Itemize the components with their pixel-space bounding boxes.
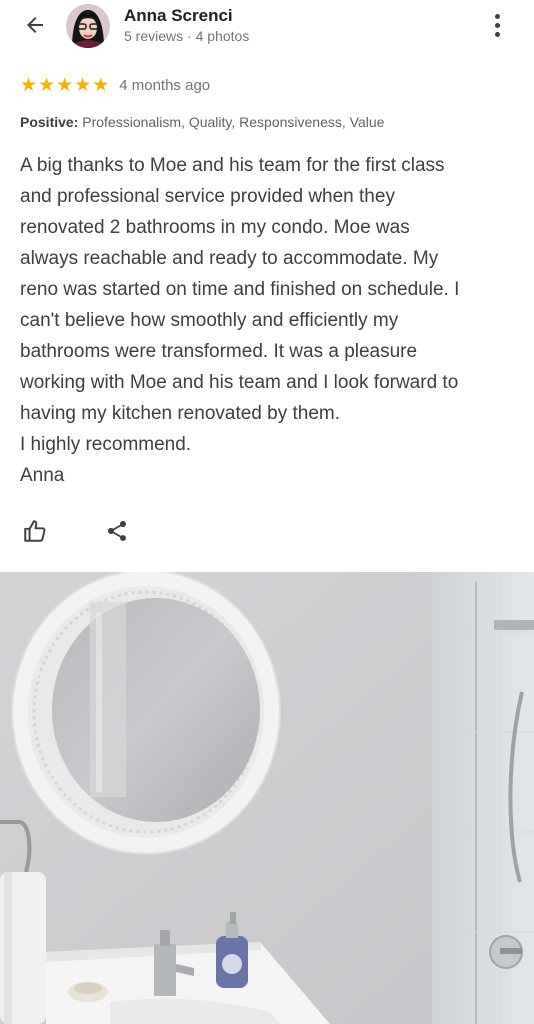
more-options-button[interactable] <box>484 10 510 40</box>
positive-attributes: Positive: Professionalism, Quality, Resp… <box>20 114 384 130</box>
thumb-up-icon <box>24 520 46 542</box>
review-text: A big thanks to Moe and his team for the… <box>20 150 520 491</box>
review-line: I highly recommend. <box>20 434 192 455</box>
bathroom-photo <box>0 572 534 1024</box>
avatar[interactable] <box>66 4 110 48</box>
star-icon: ★ <box>74 74 92 96</box>
review-line: A big thanks to Moe and his team for the… <box>20 155 445 176</box>
review-actions <box>0 512 534 552</box>
review-header: Anna Screnci 5 reviews · 4 photos <box>0 0 534 56</box>
positive-values: Professionalism, Quality, Responsiveness… <box>82 114 385 130</box>
review-line: having my kitchen renovated by them. <box>20 403 341 424</box>
star-rating: ★ ★ ★ ★ ★ <box>20 75 109 95</box>
star-icon: ★ <box>56 74 74 96</box>
review-line: reno was started on time and finished on… <box>20 279 460 300</box>
share-button[interactable] <box>100 514 134 548</box>
review-line: and professional service provided when t… <box>20 186 395 207</box>
positive-label: Positive: <box>20 114 79 130</box>
reviewer-stats: 5 reviews · 4 photos <box>124 28 250 44</box>
star-icon: ★ <box>92 74 110 96</box>
reviewer-name[interactable]: Anna Screnci <box>124 6 233 26</box>
arrow-back-icon <box>27 17 43 33</box>
more-vert-dot <box>494 31 500 37</box>
review-line: bathrooms were transformed. It was a ple… <box>20 341 418 362</box>
review-line: always reachable and ready to accommodat… <box>20 248 439 269</box>
review-line: renovated 2 bathrooms in my condo. Moe w… <box>20 217 410 238</box>
review-line: Anna <box>20 465 65 486</box>
review-line: can't believe how smoothly and efficient… <box>20 310 399 331</box>
star-icon: ★ <box>38 74 56 96</box>
review-date: 4 months ago <box>119 76 211 94</box>
avatar-image <box>66 4 110 48</box>
like-button[interactable] <box>18 514 52 548</box>
review-photo[interactable] <box>0 572 534 1024</box>
rating-row: ★ ★ ★ ★ ★ 4 months ago <box>20 74 210 96</box>
share-icon <box>108 521 126 541</box>
back-button[interactable] <box>18 10 52 40</box>
more-vert-icon <box>494 13 500 19</box>
star-icon: ★ <box>20 74 38 96</box>
review-line: working with Moe and his team and I look… <box>20 372 459 393</box>
more-vert-dot <box>494 22 500 28</box>
